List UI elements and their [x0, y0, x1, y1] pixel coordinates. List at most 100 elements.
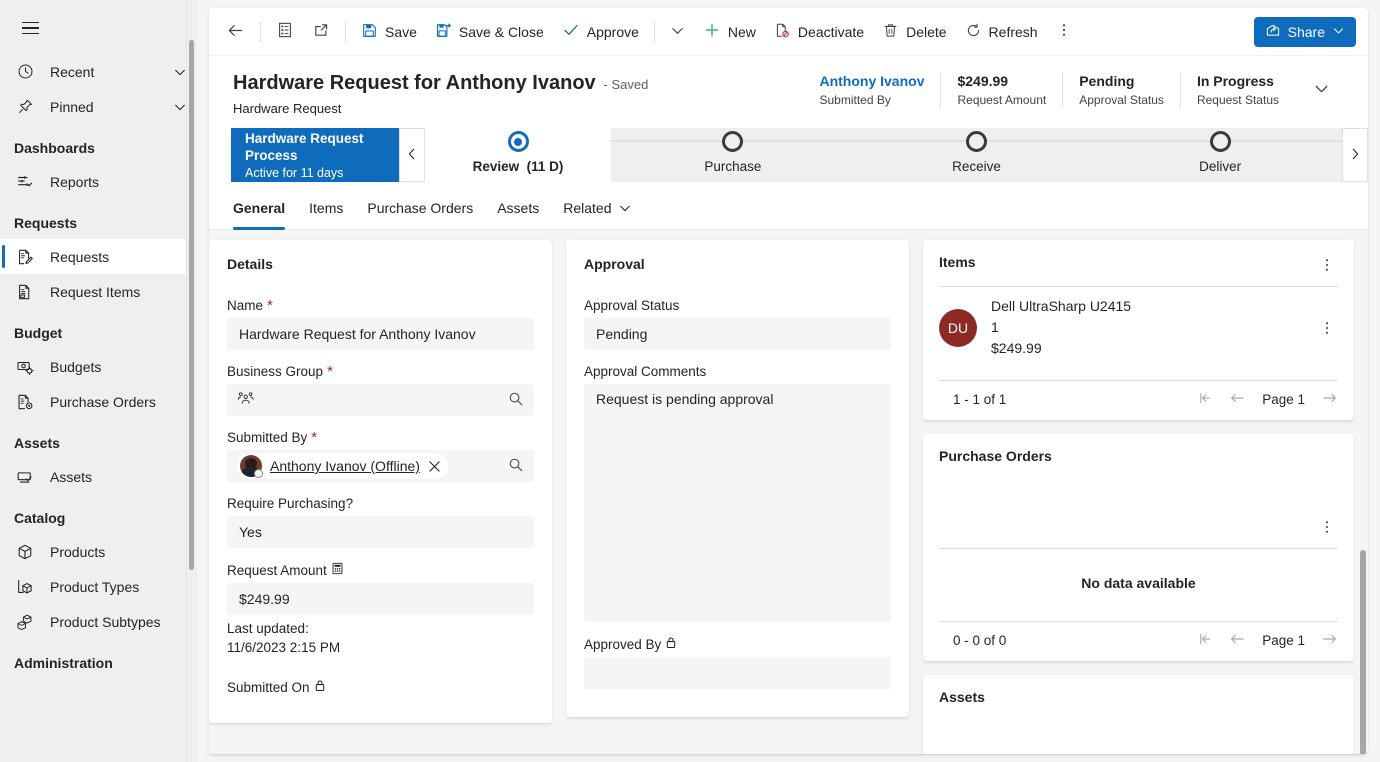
process-stage-receive[interactable]: Receive	[855, 128, 1099, 182]
header-expand-button[interactable]	[1295, 80, 1344, 100]
delete-button[interactable]: Delete	[873, 15, 955, 49]
page-first-icon[interactable]	[1198, 391, 1213, 408]
sidebar-scrollbar-track[interactable]	[186, 0, 197, 762]
back-button[interactable]	[217, 15, 254, 49]
approval-comments-textarea[interactable]: Request is pending approval	[584, 384, 891, 622]
sidebar-item-budgets[interactable]: Budgets	[0, 349, 197, 384]
approval-status-value[interactable]: Pending	[584, 318, 891, 350]
form-selector-button[interactable]	[267, 15, 303, 49]
sidebar-item-product-subtypes[interactable]: Product Subtypes	[0, 604, 197, 639]
business-group-lookup[interactable]	[227, 384, 534, 416]
row-more-options-icon[interactable]	[1316, 317, 1338, 339]
tab-purchase-orders[interactable]: Purchase Orders	[355, 186, 485, 230]
sidebar-item-requests[interactable]: Requests	[0, 239, 197, 274]
popout-button[interactable]	[303, 15, 339, 49]
chevron-down-icon	[670, 23, 685, 41]
assets-subgrid-card: Assets	[923, 675, 1354, 754]
sidebar-item-product-types[interactable]: Product Types	[0, 569, 197, 604]
process-stage-review[interactable]: Review (11 D)	[425, 128, 611, 182]
share-button[interactable]: Share	[1253, 16, 1356, 47]
deactivate-button[interactable]: Deactivate	[765, 15, 873, 49]
request-amount-value[interactable]: $249.99	[227, 583, 534, 615]
page-prev-icon[interactable]	[1229, 391, 1246, 408]
sidebar-item-request-items[interactable]: Request Items	[0, 274, 197, 309]
close-icon[interactable]	[428, 460, 441, 473]
stage-marker-icon	[507, 131, 529, 152]
sidebar-group-dashboards: Dashboards	[14, 140, 95, 156]
save-and-close-button[interactable]: Save & Close	[426, 15, 553, 49]
process-next-button[interactable]	[1342, 128, 1368, 182]
person-name[interactable]: Anthony Ivanov (Offline)	[270, 458, 420, 474]
page-next-icon[interactable]	[1321, 391, 1338, 408]
person-pill[interactable]: Anthony Ivanov (Offline)	[237, 453, 448, 479]
field-label: Require Purchasing?	[227, 496, 354, 511]
approve-button[interactable]: Approve	[553, 15, 648, 49]
require-purchasing-value[interactable]: Yes	[227, 516, 534, 548]
more-options-icon[interactable]	[1316, 516, 1338, 538]
form-tabs: General Items Purchase Orders Assets Rel…	[209, 186, 1368, 230]
chevron-down-icon[interactable]	[173, 65, 187, 79]
divider	[345, 21, 346, 42]
save-button[interactable]: Save	[352, 15, 426, 49]
header-stats: Anthony Ivanov Submitted By $249.99 Requ…	[803, 70, 1344, 107]
sidebar-item-products[interactable]: Products	[0, 534, 197, 569]
avatar-wrap	[240, 455, 263, 478]
process-stage-deliver[interactable]: Deliver	[1098, 128, 1342, 182]
tab-assets[interactable]: Assets	[485, 186, 551, 230]
main-scrollbar-thumb[interactable]	[1360, 550, 1366, 754]
chevron-down-icon[interactable]	[173, 100, 187, 114]
sidebar-item-purchase-orders[interactable]: Purchase Orders	[0, 384, 197, 419]
field-label: Request Amount	[227, 562, 534, 578]
refresh-button[interactable]: Refresh	[956, 15, 1047, 49]
sidebar-item-reports[interactable]: Reports	[0, 164, 197, 199]
page-prev-icon[interactable]	[1229, 632, 1246, 649]
purchase-orders-actions	[939, 516, 1338, 538]
assets-subgrid-header: Assets	[939, 689, 1338, 705]
process-stages: Review (11 D) Purchase Receive Deliver	[425, 128, 1342, 182]
purchase-orders-subgrid-title: Purchase Orders	[939, 448, 1052, 464]
tab-label: Related	[563, 199, 612, 216]
page-next-icon[interactable]	[1321, 632, 1338, 649]
app-root: Recent Pinned Dashboards Reports Request…	[0, 0, 1380, 762]
more-options-icon[interactable]	[1316, 254, 1338, 276]
tab-related[interactable]: Related	[551, 186, 644, 230]
header-stat-value[interactable]: Anthony Ivanov	[819, 72, 924, 90]
chevron-down-icon	[618, 201, 632, 215]
sidebar-scrollbar-thumb[interactable]	[189, 40, 194, 570]
process-stage-purchase[interactable]: Purchase	[611, 128, 855, 182]
items-subgrid-footer: 1 - 1 of 1 Page 1	[939, 381, 1338, 410]
new-button[interactable]: New	[694, 15, 765, 49]
page-first-icon[interactable]	[1198, 632, 1213, 649]
tab-items[interactable]: Items	[297, 186, 355, 230]
sidebar-item-label: Pinned	[50, 98, 94, 115]
submitted-by-lookup[interactable]: Anthony Ivanov (Offline)	[227, 450, 534, 482]
item-amount: $249.99	[991, 340, 1042, 356]
approved-by-value[interactable]	[584, 657, 891, 689]
process-prev-button[interactable]	[399, 128, 425, 182]
column-subgrids: Items DU Dell UltraSharp U2415 1 $249.99…	[923, 240, 1354, 754]
empty-state-message: No data available	[1081, 575, 1196, 591]
record-form: Save Save & Close Approve New Deactivate…	[209, 8, 1368, 754]
field-approval-status: Approval Status Pending	[584, 298, 891, 350]
table-row[interactable]: DU Dell UltraSharp U2415 1 $249.99	[939, 287, 1338, 370]
row-content: Dell UltraSharp U2415 1 $249.99	[991, 296, 1316, 359]
tab-general[interactable]: General	[233, 186, 297, 230]
sidebar-item-pinned[interactable]: Pinned	[0, 89, 197, 124]
field-label: Approval Comments	[584, 364, 707, 379]
process-name-badge[interactable]: Hardware Request Process Active for 11 d…	[231, 128, 399, 182]
save-icon	[361, 22, 378, 42]
menu-icon[interactable]	[10, 8, 50, 48]
submitted-by-search-button[interactable]	[504, 457, 528, 476]
approve-dropdown-button[interactable]	[661, 15, 694, 49]
sidebar-item-assets[interactable]: Assets	[0, 459, 197, 494]
sidebar-item-recent[interactable]: Recent	[0, 54, 197, 89]
process-active-duration: Active for 11 days	[245, 165, 344, 180]
overflow-menu-button[interactable]	[1047, 15, 1081, 49]
business-group-search-button[interactable]	[504, 391, 528, 410]
deactivate-icon	[774, 22, 791, 42]
chevron-down-icon	[1332, 24, 1345, 40]
refresh-label: Refresh	[988, 23, 1038, 40]
business-group-value[interactable]	[237, 391, 504, 410]
sidebar: Recent Pinned Dashboards Reports Request…	[0, 0, 197, 762]
name-input[interactable]: Hardware Request for Anthony Ivanov	[227, 318, 534, 350]
